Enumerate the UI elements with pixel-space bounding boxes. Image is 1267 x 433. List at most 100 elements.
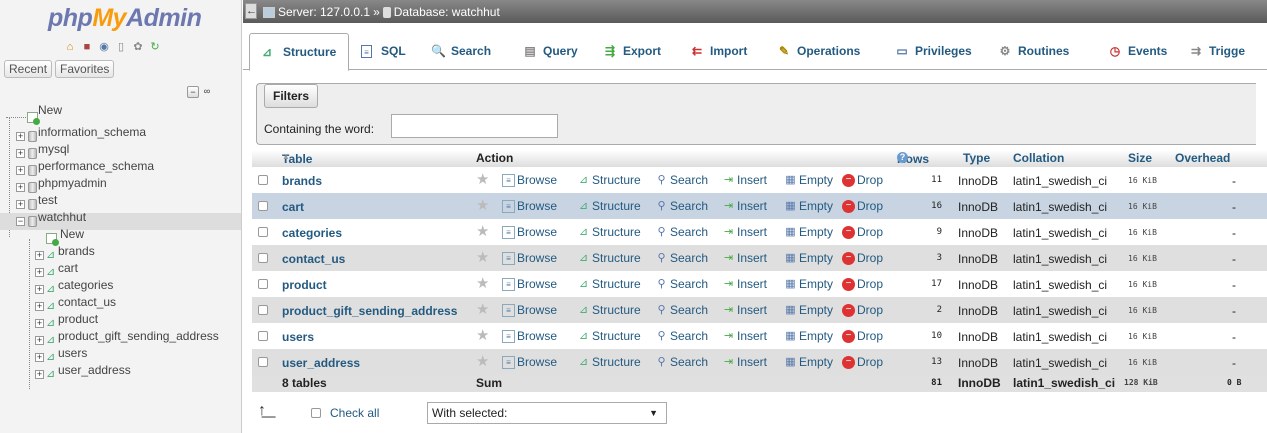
table-name-link[interactable]: brands (282, 174, 322, 188)
breadcrumb-server[interactable]: Server: 127.0.0.1 (278, 5, 370, 19)
favorite-star-icon[interactable]: ★ (476, 224, 489, 239)
tab-routines[interactable]: ⚙ Routines (988, 33, 1070, 70)
drop-action[interactable]: − Drop (842, 225, 883, 239)
link-with-main-icon[interactable]: ∞ (201, 86, 213, 98)
insert-action[interactable]: ⇥ Insert (722, 199, 767, 213)
structure-action[interactable]: ⊿ Structure (577, 355, 641, 369)
header-overhead[interactable]: Overhead (1175, 151, 1230, 165)
structure-action[interactable]: ⊿ Structure (577, 173, 641, 187)
breadcrumb-database[interactable]: Database: watchhut (394, 5, 500, 19)
insert-action[interactable]: ⇥ Insert (722, 303, 767, 317)
search-action[interactable]: ⚲ Search (655, 277, 708, 291)
structure-action[interactable]: ⊿ Structure (577, 277, 641, 291)
search-action[interactable]: ⚲ Search (655, 251, 708, 265)
table-size[interactable]: 16 KiB (1128, 332, 1157, 341)
table-size[interactable]: 16 KiB (1128, 358, 1157, 367)
tab-operations[interactable]: ✎ Operations (767, 33, 860, 70)
table-row[interactable]: users ★ ≡ Browse ⊿ Structure ⚲ Search ⇥ Insert ▦ Em… (252, 323, 1267, 349)
filter-input[interactable] (391, 114, 558, 138)
row-checkbox[interactable] (258, 331, 268, 341)
tree-item-phpmyadmin[interactable]: + phpmyadmin (0, 176, 241, 196)
sql-docs-icon[interactable]: ▯ (114, 40, 128, 54)
search-action[interactable]: ⚲ Search (655, 199, 708, 213)
favorite-star-icon[interactable]: ★ (476, 172, 489, 187)
table-row[interactable]: user_address ★ ≡ Browse ⊿ Structure ⚲ Search ⇥ In… (252, 349, 1267, 375)
empty-action[interactable]: ▦ Empty (784, 277, 833, 291)
insert-action[interactable]: ⇥ Insert (722, 329, 767, 343)
table-name-link[interactable]: contact_us (282, 252, 345, 266)
table-size[interactable]: 16 KiB (1128, 228, 1157, 237)
drop-action[interactable]: − Drop (842, 277, 883, 291)
table-name-link[interactable]: product_gift_sending_address (282, 304, 457, 318)
empty-action[interactable]: ▦ Empty (784, 199, 833, 213)
expand-icon[interactable]: + (16, 149, 25, 158)
recent-tab[interactable]: Recent (4, 60, 53, 78)
empty-action[interactable]: ▦ Empty (784, 173, 833, 187)
empty-action[interactable]: ▦ Empty (784, 303, 833, 317)
structure-action[interactable]: ⊿ Structure (577, 303, 641, 317)
expand-icon[interactable]: + (16, 132, 25, 141)
row-checkbox[interactable] (258, 279, 268, 289)
collapse-all-icon[interactable]: − (187, 86, 199, 98)
table-row[interactable]: contact_us ★ ≡ Browse ⊿ Structure ⚲ Search ⇥ Inse… (252, 245, 1267, 271)
browse-action[interactable]: ≡ Browse (502, 225, 557, 239)
tab-search[interactable]: 🔍 Search (421, 33, 491, 70)
table-size[interactable]: 16 KiB (1128, 306, 1157, 315)
tab-query[interactable]: ▤ Query (513, 33, 577, 70)
tree-item-product-gift-sending-address[interactable]: + ⊿ product_gift_sending_address (0, 329, 241, 349)
insert-action[interactable]: ⇥ Insert (722, 277, 767, 291)
favorite-star-icon[interactable]: ★ (476, 250, 489, 265)
check-all-label[interactable]: Check all (330, 406, 379, 420)
expand-icon[interactable]: + (16, 166, 25, 175)
row-checkbox[interactable] (258, 175, 268, 185)
row-checkbox[interactable] (258, 357, 268, 367)
table-size[interactable]: 16 KiB (1128, 202, 1157, 211)
structure-action[interactable]: ⊿ Structure (577, 225, 641, 239)
settings-gear-icon[interactable]: ✿ (131, 40, 145, 54)
expand-icon[interactable]: + (35, 370, 44, 379)
table-name-link[interactable]: product (282, 278, 327, 292)
tab-sql[interactable]: ≡ SQL (351, 33, 406, 70)
table-row[interactable]: cart ★ ≡ Browse ⊿ Structure ⚲ Search ⇥ Insert ▦ Emp… (252, 193, 1267, 219)
structure-action[interactable]: ⊿ Structure (577, 251, 641, 265)
table-name-link[interactable]: user_address (282, 356, 360, 370)
row-checkbox[interactable] (258, 201, 268, 211)
table-row[interactable]: product_gift_sending_address ★ ≡ Browse ⊿ Str… (252, 297, 1267, 323)
tab-import[interactable]: ⇇ Import (680, 33, 747, 70)
empty-action[interactable]: ▦ Empty (784, 329, 833, 343)
table-row[interactable]: categories ★ ≡ Browse ⊿ Structure ⚲ Search ⇥ Inse… (252, 219, 1267, 245)
row-checkbox[interactable] (258, 227, 268, 237)
help-icon[interactable]: ? (897, 152, 908, 163)
structure-action[interactable]: ⊿ Structure (577, 199, 641, 213)
tree-item-information-schema[interactable]: + information_schema (0, 125, 241, 145)
phpmyadmin-logo[interactable]: phpMyAdmin (48, 4, 202, 33)
browse-action[interactable]: ≡ Browse (502, 199, 557, 213)
row-checkbox[interactable] (258, 253, 268, 263)
tree-item-watchhut[interactable]: − watchhut (0, 210, 241, 230)
expand-icon[interactable]: + (35, 336, 44, 345)
tree-item-cart[interactable]: + ⊿ cart (0, 261, 241, 281)
drop-action[interactable]: − Drop (842, 199, 883, 213)
table-name-link[interactable]: cart (282, 200, 304, 214)
expand-icon[interactable]: + (35, 302, 44, 311)
with-selected-select[interactable]: With selected: ▼ (427, 402, 667, 424)
browse-action[interactable]: ≡ Browse (502, 303, 557, 317)
tab-export[interactable]: ⇶ Export (593, 33, 661, 70)
favorite-star-icon[interactable]: ★ (476, 302, 489, 317)
header-size[interactable]: Size (1128, 151, 1152, 165)
search-action[interactable]: ⚲ Search (655, 303, 708, 317)
table-row[interactable]: brands ★ ≡ Browse ⊿ Structure ⚲ Search ⇥ Insert ▦ E… (252, 167, 1267, 193)
docs-icon[interactable]: ◉ (97, 40, 111, 54)
table-name-link[interactable]: categories (282, 226, 342, 240)
structure-action[interactable]: ⊿ Structure (577, 329, 641, 343)
tree-item-categories[interactable]: + ⊿ categories (0, 278, 241, 298)
expand-icon[interactable]: + (35, 285, 44, 294)
browse-action[interactable]: ≡ Browse (502, 251, 557, 265)
empty-action[interactable]: ▦ Empty (784, 225, 833, 239)
search-action[interactable]: ⚲ Search (655, 329, 708, 343)
tree-item-user-address[interactable]: + ⊿ user_address (0, 363, 241, 383)
expand-icon[interactable]: + (35, 353, 44, 362)
search-action[interactable]: ⚲ Search (655, 355, 708, 369)
table-name-link[interactable]: users (282, 330, 314, 344)
collapse-nav-arrow-icon[interactable]: ← (245, 3, 257, 19)
